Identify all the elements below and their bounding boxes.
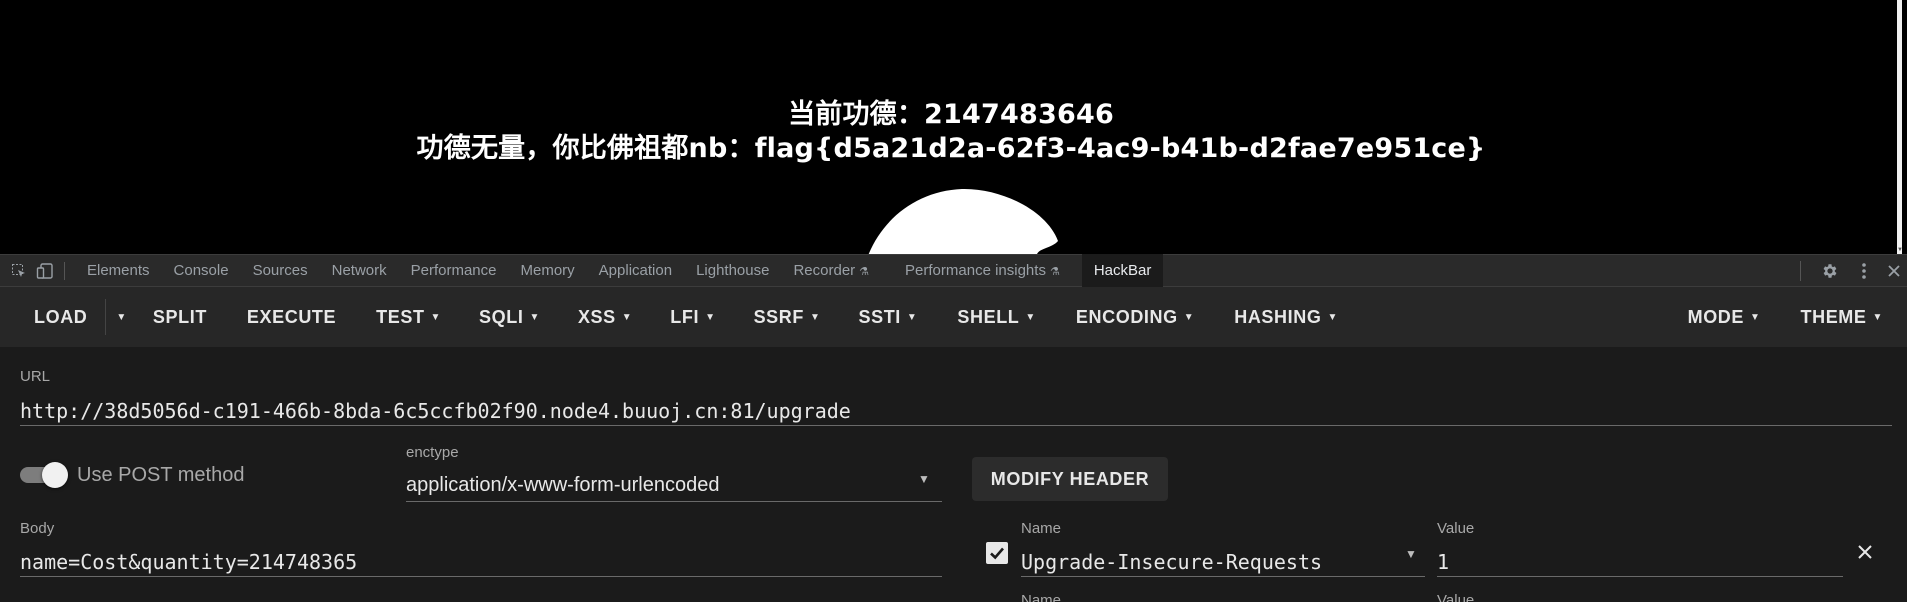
ssrf-menu[interactable]: SSRF ▼ xyxy=(732,287,837,347)
encoding-menu[interactable]: ENCODING ▼ xyxy=(1052,287,1210,347)
test-menu[interactable]: TEST ▼ xyxy=(360,287,457,347)
page-scrollbar[interactable]: ▼ xyxy=(1897,0,1902,254)
enctype-underline xyxy=(406,501,942,502)
body-label: Body xyxy=(20,520,55,537)
lfi-menu[interactable]: LFI ▼ xyxy=(648,287,731,347)
chevron-down-icon: ▼ xyxy=(1872,311,1883,323)
chevron-down-icon: ▼ xyxy=(809,311,821,323)
chevron-down-icon[interactable]: ▼ xyxy=(918,472,930,486)
more-vert-icon[interactable] xyxy=(1847,262,1881,280)
shell-menu-label: SHELL xyxy=(957,306,1020,327)
next-header-value-label: Value xyxy=(1437,592,1475,602)
ssti-menu[interactable]: SSTI ▼ xyxy=(836,287,933,347)
shell-menu[interactable]: SHELL ▼ xyxy=(933,287,1052,347)
header-value-input[interactable]: 1 xyxy=(1437,550,1449,574)
load-button[interactable]: LOAD xyxy=(0,287,105,347)
mode-menu[interactable]: MODE ▼ xyxy=(1672,287,1785,347)
tab-performance-insights[interactable]: Performance insights ⚗ xyxy=(893,254,1072,287)
chevron-down-icon[interactable]: ▼ xyxy=(1405,547,1417,561)
actions-divider xyxy=(1800,260,1801,281)
body-textarea[interactable]: name=Cost&quantity=214748365 xyxy=(20,550,357,574)
chevron-down-icon: ▼ xyxy=(1327,311,1338,323)
sqli-menu[interactable]: SQLI ▼ xyxy=(457,287,556,347)
url-input[interactable]: http://38d5056d-c191-466b-8bda-6c5ccfb02… xyxy=(20,399,851,423)
header-value-label: Value xyxy=(1437,520,1475,537)
header-enabled-checkbox[interactable] xyxy=(986,542,1008,564)
enctype-select[interactable]: application/x-www-form-urlencoded xyxy=(406,474,719,497)
chevron-down-icon: ▼ xyxy=(1025,311,1036,323)
tab-recorder-label: Recorder xyxy=(793,262,856,279)
theme-menu-label: THEME xyxy=(1800,306,1867,327)
chevron-down-icon: ▼ xyxy=(116,311,127,323)
ssrf-menu-label: SSRF xyxy=(753,306,804,327)
hackbar-form: URL http://38d5056d-c191-466b-8bda-6c5cc… xyxy=(0,347,1907,602)
tab-network[interactable]: Network xyxy=(320,254,399,287)
next-header-name-label: Name xyxy=(1021,592,1062,602)
tab-console[interactable]: Console xyxy=(162,254,241,287)
tab-elements[interactable]: Elements xyxy=(75,254,162,287)
tab-hackbar[interactable]: HackBar xyxy=(1081,254,1164,287)
ssti-menu-label: SSTI xyxy=(858,306,901,327)
header-value-underline xyxy=(1437,576,1843,577)
experiment-flask-icon: ⚗ xyxy=(859,266,870,278)
test-menu-label: TEST xyxy=(376,306,425,327)
enctype-label: enctype xyxy=(406,444,459,461)
scroll-down-icon[interactable]: ▼ xyxy=(1897,247,1902,253)
tab-application[interactable]: Application xyxy=(587,254,684,287)
inspect-icon[interactable] xyxy=(6,254,32,287)
devtools-tabbar: Elements Console Sources Network Perform… xyxy=(0,254,1907,287)
chevron-down-icon: ▼ xyxy=(430,311,442,323)
load-options-dropdown[interactable]: ▼ xyxy=(105,299,137,335)
chevron-down-icon: ▼ xyxy=(705,311,716,323)
chevron-down-icon: ▼ xyxy=(906,311,918,323)
tab-lighthouse[interactable]: Lighthouse xyxy=(684,254,781,287)
header-name-underline xyxy=(1021,576,1425,577)
tab-performance[interactable]: Performance xyxy=(399,254,509,287)
url-underline xyxy=(20,425,1892,426)
mode-menu-label: MODE xyxy=(1687,306,1744,327)
post-method-toggle[interactable] xyxy=(20,462,68,488)
web-page: 当前功德：2147483646 功德无量，你比佛祖都nb：flag{d5a21d… xyxy=(0,0,1902,254)
xss-menu[interactable]: XSS ▼ xyxy=(556,287,648,347)
chevron-down-icon: ▼ xyxy=(1750,311,1761,323)
buddha-image xyxy=(868,188,1058,254)
theme-menu[interactable]: THEME ▼ xyxy=(1785,287,1907,347)
lfi-menu-label: LFI xyxy=(670,306,700,327)
encoding-menu-label: ENCODING xyxy=(1075,306,1178,327)
header-name-input[interactable]: Upgrade-Insecure-Requests xyxy=(1021,550,1322,574)
chevron-down-icon: ▼ xyxy=(1183,311,1195,323)
tab-memory[interactable]: Memory xyxy=(509,254,587,287)
sqli-menu-label: SQLI xyxy=(479,306,524,327)
chevron-down-icon: ▼ xyxy=(621,311,633,323)
url-label: URL xyxy=(20,368,51,385)
toggle-knob xyxy=(42,462,68,488)
experiment-flask-icon: ⚗ xyxy=(1049,266,1060,278)
devtools-actions xyxy=(1800,254,1907,287)
tabbar-divider xyxy=(64,261,65,280)
body-underline xyxy=(20,576,942,577)
hashing-menu-label: HASHING xyxy=(1234,306,1322,327)
header-name-label: Name xyxy=(1021,520,1062,537)
hashing-menu[interactable]: HASHING ▼ xyxy=(1210,287,1354,347)
post-method-label: Use POST method xyxy=(77,464,245,486)
chevron-down-icon: ▼ xyxy=(529,311,540,323)
device-toggle-icon[interactable] xyxy=(32,254,58,287)
tab-recorder[interactable]: Recorder ⚗ xyxy=(781,254,893,287)
tab-sources[interactable]: Sources xyxy=(241,254,320,287)
split-button[interactable]: SPLIT xyxy=(137,287,223,347)
close-icon[interactable] xyxy=(1881,264,1907,278)
execute-button[interactable]: EXECUTE xyxy=(223,287,360,347)
remove-header-icon[interactable] xyxy=(1856,540,1874,568)
xss-menu-label: XSS xyxy=(577,306,616,327)
gear-icon[interactable] xyxy=(1813,262,1847,280)
hackbar-toolbar: LOAD ▼ SPLIT EXECUTE TEST ▼ SQLI ▼ XSS ▼ LF… xyxy=(0,287,1907,347)
tab-performance-insights-label: Performance insights xyxy=(905,262,1046,279)
flag-text: 功德无量，你比佛祖都nb：flag{d5a21d2a-62f3-4ac9-b41… xyxy=(416,133,1486,164)
modify-header-button[interactable]: MODIFY HEADER xyxy=(972,457,1168,501)
